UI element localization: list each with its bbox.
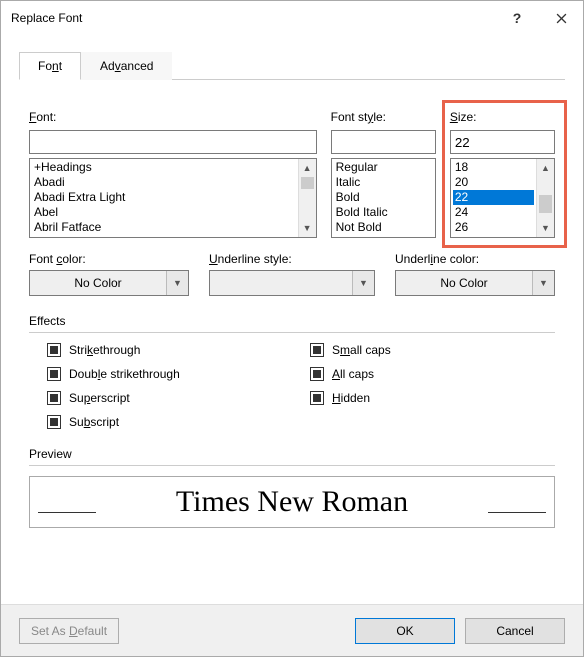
checkbox-subscript[interactable]: Subscript — [47, 415, 292, 429]
effects-label: Effects — [29, 314, 555, 328]
checkbox-icon — [47, 343, 61, 357]
size-input[interactable] — [450, 130, 555, 154]
color-row: Font color: No Color ▼ Underline style: … — [29, 252, 555, 296]
checkbox-superscript[interactable]: Superscript — [47, 391, 292, 405]
divider — [29, 332, 555, 333]
list-item[interactable]: 26 — [453, 220, 534, 235]
preview-line — [488, 512, 546, 513]
font-input[interactable] — [29, 130, 317, 154]
checkbox-strikethrough[interactable]: Strikethrough — [47, 343, 292, 357]
scroll-thumb[interactable] — [539, 195, 552, 213]
list-item[interactable]: Italic — [334, 175, 415, 190]
titlebar: Replace Font ? — [1, 1, 583, 35]
help-button[interactable]: ? — [495, 1, 539, 35]
underline-color-value: No Color — [396, 271, 532, 295]
effects-left: Strikethrough Double strikethrough Super… — [29, 343, 292, 429]
cancel-button[interactable]: Cancel — [465, 618, 565, 644]
scroll-down-icon[interactable]: ▼ — [299, 219, 316, 237]
list-item[interactable]: 22 — [453, 190, 534, 205]
list-item[interactable]: Abadi Extra Light — [32, 190, 296, 205]
list-item[interactable]: Abadi — [32, 175, 296, 190]
checkbox-icon — [47, 415, 61, 429]
font-panel: Font: +Headings Abadi Abadi Extra Light … — [19, 80, 565, 538]
underline-style-column: Underline style: ▼ — [209, 252, 375, 296]
underline-style-combo[interactable]: ▼ — [209, 270, 375, 296]
font-style-label: Font style: — [331, 110, 436, 124]
list-item[interactable]: Regular — [334, 160, 415, 175]
checkbox-icon — [310, 367, 324, 381]
scroll-up-icon[interactable]: ▲ — [299, 159, 316, 177]
tab-font[interactable]: Font — [19, 52, 81, 80]
dialog-title: Replace Font — [11, 11, 495, 25]
tabstrip: Font Advanced — [19, 51, 565, 80]
preview-label: Preview — [29, 447, 555, 461]
list-item[interactable]: +Headings — [32, 160, 296, 175]
close-button[interactable] — [539, 1, 583, 35]
list-item[interactable]: 18 — [453, 160, 534, 175]
underline-color-combo[interactable]: No Color ▼ — [395, 270, 555, 296]
font-color-label: Font color: — [29, 252, 189, 266]
effects-row: Strikethrough Double strikethrough Super… — [29, 343, 555, 429]
scroll-up-icon[interactable]: ▲ — [537, 159, 554, 177]
dialog-footer: Set As Default OK Cancel — [1, 604, 583, 656]
list-item[interactable]: Abril Fatface — [32, 220, 296, 235]
font-color-value: No Color — [30, 271, 166, 295]
scrollbar[interactable]: ▲ ▼ — [298, 159, 316, 237]
checkbox-icon — [310, 391, 324, 405]
list-item[interactable]: Abel — [32, 205, 296, 220]
list-item[interactable]: 20 — [453, 175, 534, 190]
underline-style-label: Underline style: — [209, 252, 375, 266]
checkbox-icon — [310, 343, 324, 357]
size-listbox[interactable]: 18 20 22 24 26 ▲ ▼ — [450, 158, 555, 238]
font-listbox[interactable]: +Headings Abadi Abadi Extra Light Abel A… — [29, 158, 317, 238]
font-row: Font: +Headings Abadi Abadi Extra Light … — [29, 110, 555, 238]
underline-color-column: Underline color: No Color ▼ — [395, 252, 555, 296]
scroll-down-icon[interactable]: ▼ — [537, 219, 554, 237]
list-item[interactable]: Bold Italic — [334, 205, 415, 220]
underline-style-value — [210, 271, 352, 295]
preview-line — [38, 512, 96, 513]
font-color-combo[interactable]: No Color ▼ — [29, 270, 189, 296]
size-column: Size: 18 20 22 24 26 ▲ ▼ — [450, 110, 555, 238]
checkbox-hidden[interactable]: Hidden — [310, 391, 555, 405]
font-style-listbox[interactable]: Regular Italic Bold Bold Italic Not Bold — [331, 158, 436, 238]
checkbox-small-caps[interactable]: Small caps — [310, 343, 555, 357]
set-default-button[interactable]: Set As Default — [19, 618, 119, 644]
effects-right: Small caps All caps Hidden — [292, 343, 555, 429]
preview-text: Times New Roman — [176, 485, 408, 519]
size-label: Size: — [450, 110, 555, 124]
chevron-down-icon: ▼ — [166, 271, 188, 295]
chevron-down-icon: ▼ — [352, 271, 374, 295]
checkbox-double-strikethrough[interactable]: Double strikethrough — [47, 367, 292, 381]
font-style-column: Font style: Regular Italic Bold Bold Ita… — [331, 110, 436, 238]
divider — [29, 465, 555, 466]
checkbox-all-caps[interactable]: All caps — [310, 367, 555, 381]
close-icon — [556, 13, 567, 24]
font-label: Font: — [29, 110, 317, 124]
preview-box: Times New Roman — [29, 476, 555, 528]
list-item[interactable]: 24 — [453, 205, 534, 220]
font-color-column: Font color: No Color ▼ — [29, 252, 189, 296]
underline-color-label: Underline color: — [395, 252, 555, 266]
scroll-thumb[interactable] — [301, 177, 314, 189]
dialog-content: Font Advanced Font: +Headings Abadi Abad… — [1, 35, 583, 538]
chevron-down-icon: ▼ — [532, 271, 554, 295]
scrollbar[interactable]: ▲ ▼ — [536, 159, 554, 237]
font-column: Font: +Headings Abadi Abadi Extra Light … — [29, 110, 317, 238]
list-item[interactable]: Not Bold — [334, 220, 415, 235]
checkbox-icon — [47, 391, 61, 405]
replace-font-dialog: Replace Font ? Font Advanced Font: +Head… — [0, 0, 584, 657]
checkbox-icon — [47, 367, 61, 381]
font-style-input[interactable] — [331, 130, 436, 154]
tab-advanced[interactable]: Advanced — [81, 52, 172, 80]
list-item[interactable]: Bold — [334, 190, 415, 205]
ok-button[interactable]: OK — [355, 618, 455, 644]
